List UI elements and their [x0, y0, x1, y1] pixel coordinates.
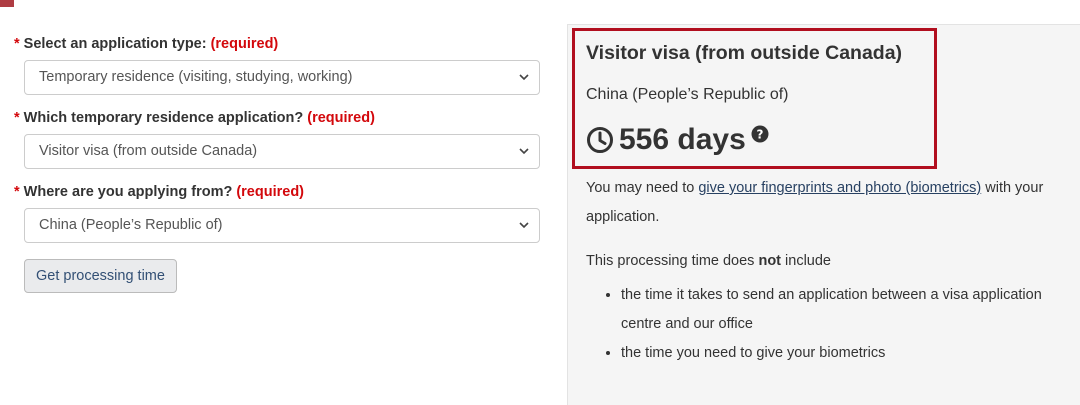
processing-time-value: 556 days ? — [586, 122, 769, 158]
exclusion-text: This processing time does — [586, 253, 759, 269]
select-value: Visitor visa (from outside Canada) — [39, 143, 258, 159]
list-item: the time you need to give your biometric… — [621, 339, 1076, 368]
processing-time-result-panel: Visitor visa (from outside Canada) China… — [567, 24, 1080, 405]
required-asterisk: * — [14, 36, 20, 52]
required-indicator: (required) — [307, 110, 375, 126]
biometrics-text: You may need to — [586, 180, 699, 196]
clock-icon — [587, 127, 613, 153]
temporary-residence-application-label: * Which temporary residence application?(… — [14, 110, 540, 126]
required-asterisk: * — [14, 110, 20, 126]
applying-from-label: * Where are you applying from? (required) — [14, 184, 540, 200]
biometrics-note: You may need to give your fingerprints a… — [586, 174, 1076, 232]
select-value: Temporary residence (visiting, studying,… — [39, 69, 353, 85]
biometrics-link[interactable]: give your fingerprints and photo (biomet… — [698, 180, 981, 196]
chevron-down-icon — [519, 148, 529, 155]
processing-time-form: * Select an application type: (required) T… — [14, 36, 540, 293]
question-circle-icon[interactable]: ? — [751, 125, 769, 143]
result-country: China (People’s Republic of) — [586, 86, 789, 103]
application-type-select[interactable]: Temporary residence (visiting, studying,… — [24, 60, 540, 95]
field-label-text: Select an application type: — [23, 36, 207, 52]
header-accent-bar — [0, 0, 14, 7]
list-item: the time it takes to send an application… — [621, 281, 1076, 339]
result-title: Visitor visa (from outside Canada) — [586, 42, 903, 64]
exclusion-note: This processing time does not include — [586, 247, 1076, 276]
exclusion-text: include — [781, 253, 831, 269]
field-label-text: Which temporary residence application? — [23, 110, 304, 126]
temporary-residence-application-select[interactable]: Visitor visa (from outside Canada) — [24, 134, 540, 169]
chevron-down-icon — [519, 222, 529, 229]
result-details: You may need to give your fingerprints a… — [586, 174, 1076, 368]
required-indicator: (required) — [236, 184, 304, 200]
applying-from-select[interactable]: China (People’s Republic of) — [24, 208, 540, 243]
select-value: China (People’s Republic of) — [39, 217, 223, 233]
days-count: 556 days — [619, 123, 746, 156]
exclusion-list: the time it takes to send an application… — [586, 281, 1076, 368]
chevron-down-icon — [519, 74, 529, 81]
emphasis-not: not — [758, 253, 782, 269]
application-type-label: * Select an application type: (required) — [14, 36, 540, 52]
svg-text:?: ? — [756, 128, 763, 142]
field-label-text: Where are you applying from? — [23, 184, 233, 200]
required-indicator: (required) — [210, 36, 279, 52]
required-asterisk: * — [14, 184, 20, 200]
get-processing-time-button[interactable]: Get processing time — [24, 259, 177, 293]
